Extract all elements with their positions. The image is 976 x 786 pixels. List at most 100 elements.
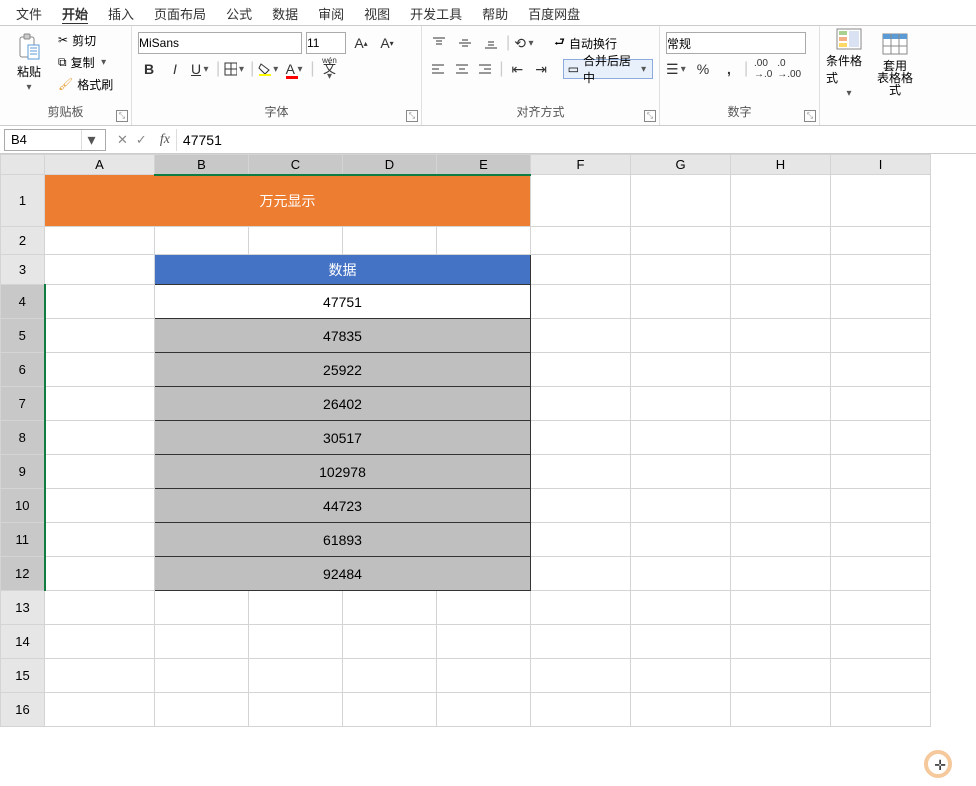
col-header[interactable]: I — [831, 155, 931, 175]
row-header[interactable]: 6 — [1, 353, 45, 387]
row-header[interactable]: 9 — [1, 455, 45, 489]
menu-view[interactable]: 视图 — [354, 0, 400, 25]
bold-button[interactable]: B — [138, 58, 160, 80]
data-cell[interactable]: 30517 — [155, 421, 531, 455]
paste-button[interactable]: 粘贴 ▾ — [6, 30, 52, 96]
row-header[interactable]: 11 — [1, 523, 45, 557]
fx-icon[interactable]: fx — [154, 132, 176, 148]
menu-baidu[interactable]: 百度网盘 — [518, 0, 590, 25]
data-cell[interactable]: 61893 — [155, 523, 531, 557]
col-header[interactable]: C — [249, 155, 343, 175]
row-header[interactable]: 3 — [1, 255, 45, 285]
col-header[interactable]: A — [45, 155, 155, 175]
formula-input[interactable] — [176, 129, 976, 151]
data-cell[interactable]: 47751 — [155, 285, 531, 319]
comma-button[interactable]: , — [718, 58, 740, 80]
align-middle-icon[interactable] — [454, 32, 476, 54]
row-header[interactable]: 14 — [1, 625, 45, 659]
menu-review[interactable]: 审阅 — [308, 0, 354, 25]
decrease-font-icon[interactable]: A▾ — [376, 32, 398, 54]
data-cell[interactable]: 102978 — [155, 455, 531, 489]
group-label-clipboard: 剪贴板 — [0, 105, 131, 123]
font-size-combo[interactable] — [306, 32, 346, 54]
underline-button[interactable]: U▾ — [190, 58, 212, 80]
row-header[interactable]: 16 — [1, 693, 45, 727]
orientation-button[interactable]: ⟲▾ — [514, 32, 536, 54]
accept-formula-icon[interactable]: ✓ — [133, 132, 150, 148]
paste-label: 粘贴 — [17, 63, 41, 80]
border-button[interactable]: ▾ — [224, 58, 246, 80]
dialog-launcher-icon[interactable]: ⤡ — [644, 110, 656, 122]
data-cell[interactable]: 47835 — [155, 319, 531, 353]
decrease-indent-icon[interactable]: ⇤ — [508, 58, 528, 80]
row-header[interactable]: 2 — [1, 227, 45, 255]
menu-home[interactable]: 开始 — [52, 0, 98, 25]
fill-color-button[interactable]: ▾ — [258, 58, 280, 80]
align-top-icon[interactable] — [428, 32, 450, 54]
data-header-cell[interactable]: 数据 — [155, 255, 531, 285]
increase-font-icon[interactable]: A▴ — [350, 32, 372, 54]
cut-button[interactable]: ✂ 剪切 — [56, 30, 115, 50]
select-all-corner[interactable] — [1, 155, 45, 175]
copy-button[interactable]: ⧉ 复制 ▾ — [56, 52, 115, 72]
menu-data[interactable]: 数据 — [262, 0, 308, 25]
row-header[interactable]: 10 — [1, 489, 45, 523]
menu-insert[interactable]: 插入 — [98, 0, 144, 25]
cancel-formula-icon[interactable]: ✕ — [114, 132, 131, 148]
table-format-label: 套用 表格格式 — [872, 60, 918, 96]
menu-help[interactable]: 帮助 — [472, 0, 518, 25]
ribbon-group-number: ☰▾ % , | .00→.0 .0→.00 数字 ⤡ — [660, 26, 820, 125]
decrease-decimal-icon[interactable]: .0→.00 — [778, 58, 800, 80]
align-left-icon[interactable] — [428, 58, 448, 80]
format-painter-button[interactable]: 🖌 格式刷 — [56, 74, 115, 94]
align-center-icon[interactable] — [452, 58, 472, 80]
title-cell[interactable]: 万元显示 — [45, 175, 531, 227]
ribbon-group-font: A▴ A▾ B I U▾ | ▾ | ▾ A▾ | wén文▾ 字体 ⤡ — [132, 26, 422, 125]
name-box-input[interactable] — [5, 132, 81, 147]
col-header[interactable]: F — [531, 155, 631, 175]
percent-button[interactable]: % — [692, 58, 714, 80]
col-header[interactable]: H — [731, 155, 831, 175]
wrap-text-button[interactable]: ⮐ 自动换行 — [552, 33, 619, 53]
menu-dev[interactable]: 开发工具 — [400, 0, 472, 25]
row-header[interactable]: 5 — [1, 319, 45, 353]
font-family-combo[interactable] — [138, 32, 302, 54]
data-cell[interactable]: 25922 — [155, 353, 531, 387]
format-painter-label: 格式刷 — [77, 76, 113, 93]
chevron-down-icon[interactable]: ▾ — [81, 130, 101, 150]
align-right-icon[interactable] — [476, 58, 496, 80]
data-cell[interactable]: 26402 — [155, 387, 531, 421]
accounting-format-button[interactable]: ☰▾ — [666, 58, 688, 80]
worksheet-grid[interactable]: A B C D E F G H I 1 万元显示 2 3 数据 4 47751 … — [0, 154, 976, 786]
col-header[interactable]: G — [631, 155, 731, 175]
menu-layout[interactable]: 页面布局 — [144, 0, 216, 25]
phonetic-guide-button[interactable]: wén文▾ — [318, 58, 340, 80]
align-bottom-icon[interactable] — [480, 32, 502, 54]
col-header[interactable]: B — [155, 155, 249, 175]
dialog-launcher-icon[interactable]: ⤡ — [804, 110, 816, 122]
menu-file[interactable]: 文件 — [6, 0, 52, 25]
name-box[interactable]: ▾ — [4, 129, 106, 151]
row-header[interactable]: 7 — [1, 387, 45, 421]
col-header[interactable]: D — [343, 155, 437, 175]
row-header[interactable]: 8 — [1, 421, 45, 455]
font-color-button[interactable]: A▾ — [284, 58, 306, 80]
dialog-launcher-icon[interactable]: ⤡ — [116, 110, 128, 122]
increase-indent-icon[interactable]: ⇥ — [531, 58, 551, 80]
increase-decimal-icon[interactable]: .00→.0 — [752, 58, 774, 80]
merge-center-button[interactable]: ▭ 合并后居中 ▾ — [563, 59, 653, 79]
row-header[interactable]: 13 — [1, 591, 45, 625]
row-header[interactable]: 15 — [1, 659, 45, 693]
italic-button[interactable]: I — [164, 58, 186, 80]
col-header[interactable]: E — [437, 155, 531, 175]
row-header[interactable]: 12 — [1, 557, 45, 591]
number-format-combo[interactable] — [666, 32, 806, 54]
format-as-table-button[interactable]: 套用 表格格式 — [872, 30, 918, 96]
dialog-launcher-icon[interactable]: ⤡ — [406, 110, 418, 122]
menu-formula[interactable]: 公式 — [216, 0, 262, 25]
row-header[interactable]: 4 — [1, 285, 45, 319]
data-cell[interactable]: 92484 — [155, 557, 531, 591]
conditional-format-button[interactable]: 条件格式 ▾ — [826, 30, 872, 96]
row-header[interactable]: 1 — [1, 175, 45, 227]
data-cell[interactable]: 44723 — [155, 489, 531, 523]
